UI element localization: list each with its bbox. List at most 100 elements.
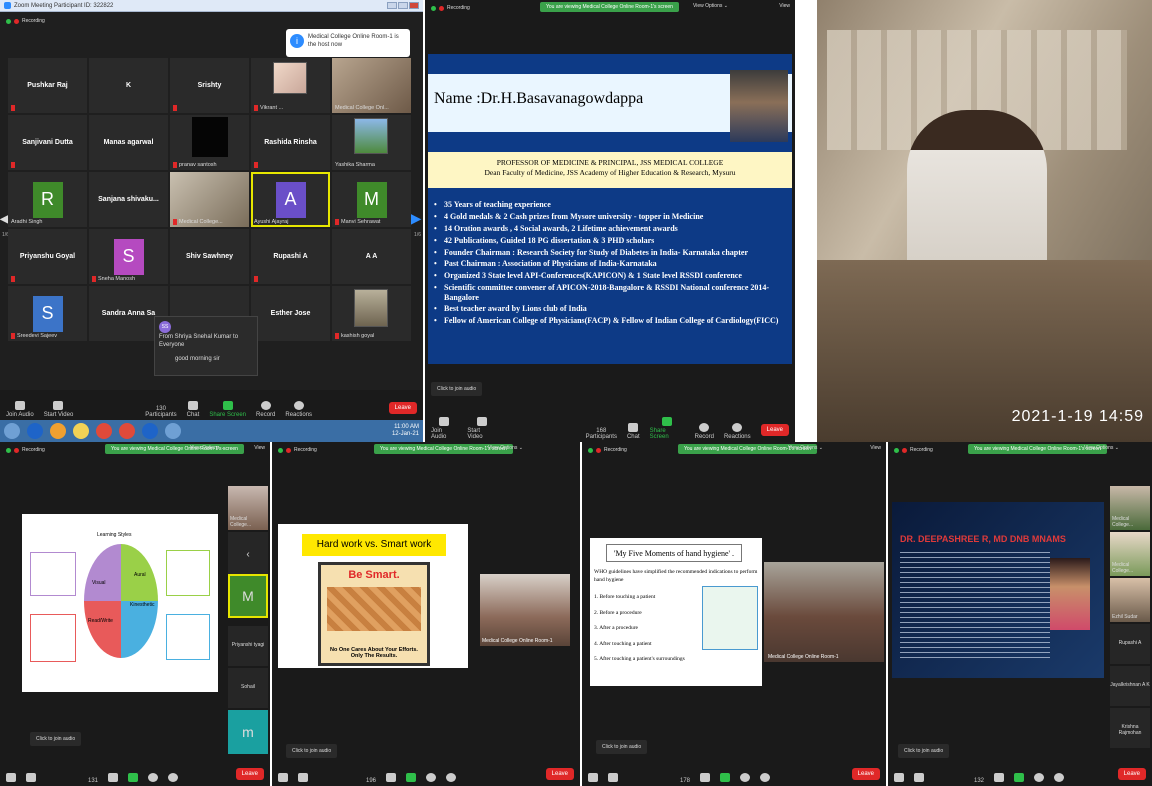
share-screen-button[interactable]: [128, 773, 139, 784]
participant-tile[interactable]: M Manvi Sehrawat: [332, 172, 411, 227]
click-to-join-audio[interactable]: Click to join audio: [596, 740, 648, 754]
leave-button[interactable]: Leave: [235, 768, 264, 780]
chat-button[interactable]: [700, 773, 711, 784]
chrome-icon[interactable]: [96, 423, 112, 439]
media-player-icon[interactable]: [50, 423, 66, 439]
record-button[interactable]: [148, 773, 159, 784]
start-video-button[interactable]: Start Video: [467, 417, 495, 440]
next-page-arrow[interactable]: ▶: [411, 208, 422, 228]
join-audio-button[interactable]: [6, 773, 16, 784]
side-video[interactable]: Medical College...: [1110, 532, 1150, 576]
leave-button[interactable]: Leave: [851, 768, 880, 780]
speaker-video[interactable]: Medical College Online Room-1: [480, 574, 570, 646]
ie-icon[interactable]: [27, 423, 43, 439]
reactions-button[interactable]: [760, 773, 771, 784]
participant-tile[interactable]: Sanjivani Dutta: [8, 115, 87, 170]
participant-tile[interactable]: Manas agarwal: [89, 115, 168, 170]
side-video[interactable]: Priyanshi tyagi: [228, 626, 268, 666]
start-video-button[interactable]: [914, 773, 924, 784]
participant-tile[interactable]: Rupashi A: [251, 229, 330, 284]
view-button[interactable]: View: [870, 445, 881, 451]
file-explorer-icon[interactable]: [73, 423, 89, 439]
view-button[interactable]: View: [779, 3, 790, 9]
view-options-dropdown[interactable]: View Options ⌄: [788, 445, 823, 451]
participant-tile[interactable]: R Aradhi Singh: [8, 172, 87, 227]
participant-tile[interactable]: Pushkar Raj: [8, 58, 87, 113]
app-icon[interactable]: [165, 423, 181, 439]
side-video[interactable]: Rupashi A: [1110, 624, 1150, 664]
participants-button[interactable]: 130 Participants: [145, 406, 176, 418]
click-to-join-audio[interactable]: Click to join audio: [898, 744, 950, 758]
join-audio-button[interactable]: Join Audio: [6, 401, 34, 418]
chrome-icon[interactable]: [119, 423, 135, 439]
participant-tile[interactable]: Medical College...: [170, 172, 249, 227]
side-video[interactable]: Ezhil Sudar: [1110, 578, 1150, 622]
speaker-video[interactable]: Medical College Online Room-1: [764, 562, 884, 662]
reactions-button[interactable]: Reactions: [285, 401, 312, 418]
join-audio-button[interactable]: Join Audio: [431, 417, 457, 440]
view-button[interactable]: View: [254, 445, 265, 451]
close-button[interactable]: [409, 2, 419, 9]
share-screen-button[interactable]: [406, 773, 417, 784]
chat-button[interactable]: [994, 773, 1005, 784]
side-video[interactable]: Krishna Rajmohan: [1110, 708, 1150, 748]
participant-tile[interactable]: Yashika Sharma: [332, 115, 411, 170]
side-page-up[interactable]: ‹: [228, 532, 268, 576]
join-audio-button[interactable]: [278, 773, 288, 784]
chat-button[interactable]: [108, 773, 119, 784]
reactions-button[interactable]: [1054, 773, 1065, 784]
record-button[interactable]: [1034, 773, 1045, 784]
record-button[interactable]: Record: [256, 401, 275, 418]
leave-button[interactable]: Leave: [760, 424, 789, 436]
start-video-button[interactable]: [26, 773, 36, 784]
start-video-button[interactable]: [608, 773, 618, 784]
reactions-button[interactable]: [446, 773, 457, 784]
record-button[interactable]: Record: [695, 423, 714, 440]
reactions-button[interactable]: [168, 773, 179, 784]
reactions-button[interactable]: Reactions: [724, 423, 751, 440]
share-screen-button[interactable]: [720, 773, 731, 784]
start-video-button[interactable]: Start Video: [44, 401, 73, 418]
record-button[interactable]: [426, 773, 437, 784]
participants-button[interactable]: 168 Participants: [586, 428, 617, 440]
participant-tile[interactable]: kashish goyal: [332, 286, 411, 341]
participant-tile[interactable]: Esther Jose: [251, 286, 330, 341]
leave-button[interactable]: Leave: [388, 402, 417, 414]
side-video[interactable]: Medical College...: [1110, 486, 1150, 530]
participants-button[interactable]: 131: [88, 778, 98, 784]
record-button[interactable]: [740, 773, 751, 784]
share-screen-button[interactable]: [1014, 773, 1025, 784]
side-video[interactable]: Sohail: [228, 668, 268, 708]
side-video-active[interactable]: M: [228, 574, 268, 618]
participant-tile[interactable]: S Sneha Manosh: [89, 229, 168, 284]
leave-button[interactable]: Leave: [545, 768, 574, 780]
participants-button[interactable]: 196: [366, 778, 376, 784]
share-screen-button[interactable]: Share Screen: [209, 401, 246, 418]
participant-tile[interactable]: K: [89, 58, 168, 113]
side-video[interactable]: Jayalkrishnan A K: [1110, 666, 1150, 706]
chat-notification[interactable]: SSFrom Shriya Snehal Kumar to Everyone g…: [154, 316, 258, 376]
share-screen-button[interactable]: Share Screen: [650, 417, 685, 440]
click-to-join-audio[interactable]: Click to join audio: [30, 732, 82, 746]
join-audio-button[interactable]: [588, 773, 598, 784]
view-options-dropdown[interactable]: View Options ⌄: [488, 445, 523, 451]
side-video[interactable]: Medical College...: [228, 486, 268, 530]
participants-button[interactable]: 132: [974, 778, 984, 784]
participant-tile[interactable]: pranav santosh: [170, 115, 249, 170]
participant-tile[interactable]: Rashida Rinsha: [251, 115, 330, 170]
minimize-button[interactable]: [387, 2, 397, 9]
view-options-dropdown[interactable]: View Options ⌄: [190, 445, 225, 451]
zoom-taskbar-icon[interactable]: [142, 423, 158, 439]
participant-tile[interactable]: Sanjana shivaku...: [89, 172, 168, 227]
view-options-dropdown[interactable]: View Options ⌄: [1084, 445, 1119, 451]
chat-button[interactable]: Chat: [187, 401, 199, 418]
participant-tile[interactable]: A A: [332, 229, 411, 284]
click-to-join-audio[interactable]: Click to join audio: [431, 382, 483, 396]
start-button-icon[interactable]: [4, 423, 20, 439]
participant-tile[interactable]: Srishty: [170, 58, 249, 113]
participant-tile[interactable]: Priyanshu Goyal: [8, 229, 87, 284]
participants-button[interactable]: 178: [680, 778, 690, 784]
participant-tile-active-speaker[interactable]: A Ayushi Ajayraj: [251, 172, 330, 227]
participant-tile[interactable]: Shiv Sawhney: [170, 229, 249, 284]
chat-button[interactable]: [386, 773, 397, 784]
